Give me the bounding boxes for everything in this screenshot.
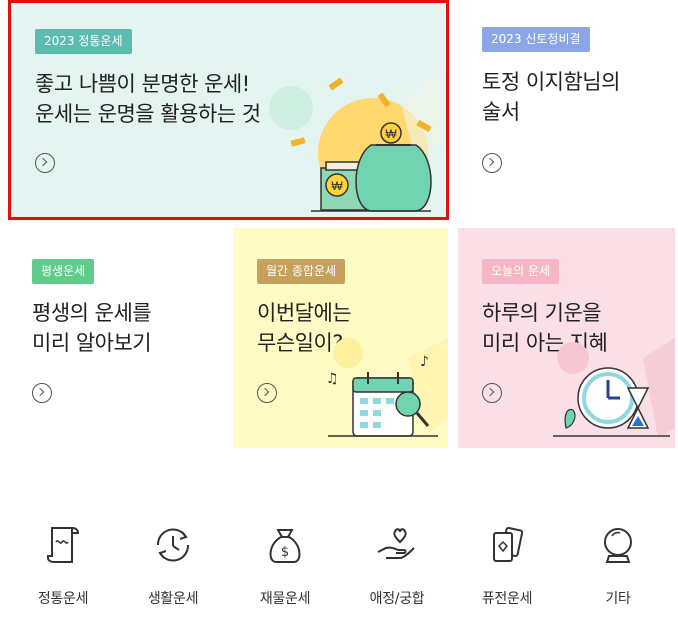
money-bag-icon: $ (269, 529, 301, 563)
menu-label: 애정/궁합 (369, 591, 425, 607)
card-tag: 오늘의 운세 (482, 259, 560, 284)
card-tag: 평생운세 (32, 259, 95, 284)
heart-hand-icon (377, 528, 415, 559)
menu-label: 재물운세 (259, 591, 311, 607)
crystal-ball-icon (604, 528, 632, 563)
arrow-right-icon[interactable] (35, 153, 55, 173)
menu-item-fusion[interactable]: 퓨전운세 (452, 520, 562, 608)
card-tag: 2023 신토정비결 (482, 27, 590, 52)
menu-item-etc[interactable]: 기타 (563, 520, 673, 608)
menu-label: 기타 (605, 591, 631, 607)
card-today-fortune[interactable]: 오늘의 운세 하루의 기운을 미리 아는 지혜 (458, 228, 675, 448)
arrow-right-icon[interactable] (482, 383, 502, 403)
card-title: 토정 이지함님의 술서 (482, 70, 620, 124)
card-2023-traditional-fortune[interactable]: 2023 정통운세 좋고 나쁨이 분명한 운세! 운세는 운명을 활용하는 것 … (8, 0, 449, 220)
clock-cycle-icon (156, 528, 190, 562)
menu-item-wealth[interactable]: $ 재물운세 (230, 520, 340, 608)
category-menu: 정통운세 생활운세 $ 재물운세 애정/궁합 퓨전운세 기타 (0, 520, 678, 620)
arrow-right-icon[interactable] (257, 383, 277, 403)
menu-label: 생활운세 (147, 591, 199, 607)
menu-label: 정통운세 (37, 591, 89, 607)
card-tag: 2023 정통운세 (35, 29, 132, 54)
cards-icon (493, 526, 524, 562)
menu-label: 퓨전운세 (481, 591, 533, 607)
menu-item-traditional[interactable]: 정통운세 (8, 520, 118, 608)
clock-hourglass-illustration (553, 338, 675, 438)
scroll-icon (47, 527, 80, 563)
svg-text:$: $ (281, 545, 289, 560)
svg-text:₩: ₩ (385, 127, 397, 141)
menu-item-lifestyle[interactable]: 생활운세 (118, 520, 228, 608)
card-tag: 월간 종합운세 (257, 259, 346, 284)
card-2023-tojeong[interactable]: 2023 신토정비결 토정 이지함님의 술서 (458, 0, 673, 220)
card-title: 평생의 운세를 미리 알아보기 (32, 301, 152, 355)
calendar-illustration: ♫ ♪ (326, 338, 448, 437)
money-bag-illustration: ₩ ₩ (269, 73, 441, 212)
card-lifetime-fortune[interactable]: 평생운세 평생의 운세를 미리 알아보기 (8, 228, 223, 448)
menu-item-love[interactable]: 애정/궁합 (342, 520, 452, 608)
arrow-right-icon[interactable] (482, 153, 502, 173)
svg-text:♫: ♫ (326, 371, 339, 387)
card-monthly-fortune[interactable]: 월간 종합운세 이번달에는 무슨일이? ♫ ♪ (233, 228, 448, 448)
svg-text:♪: ♪ (420, 354, 429, 370)
svg-text:₩: ₩ (331, 179, 343, 193)
arrow-right-icon[interactable] (32, 383, 52, 403)
